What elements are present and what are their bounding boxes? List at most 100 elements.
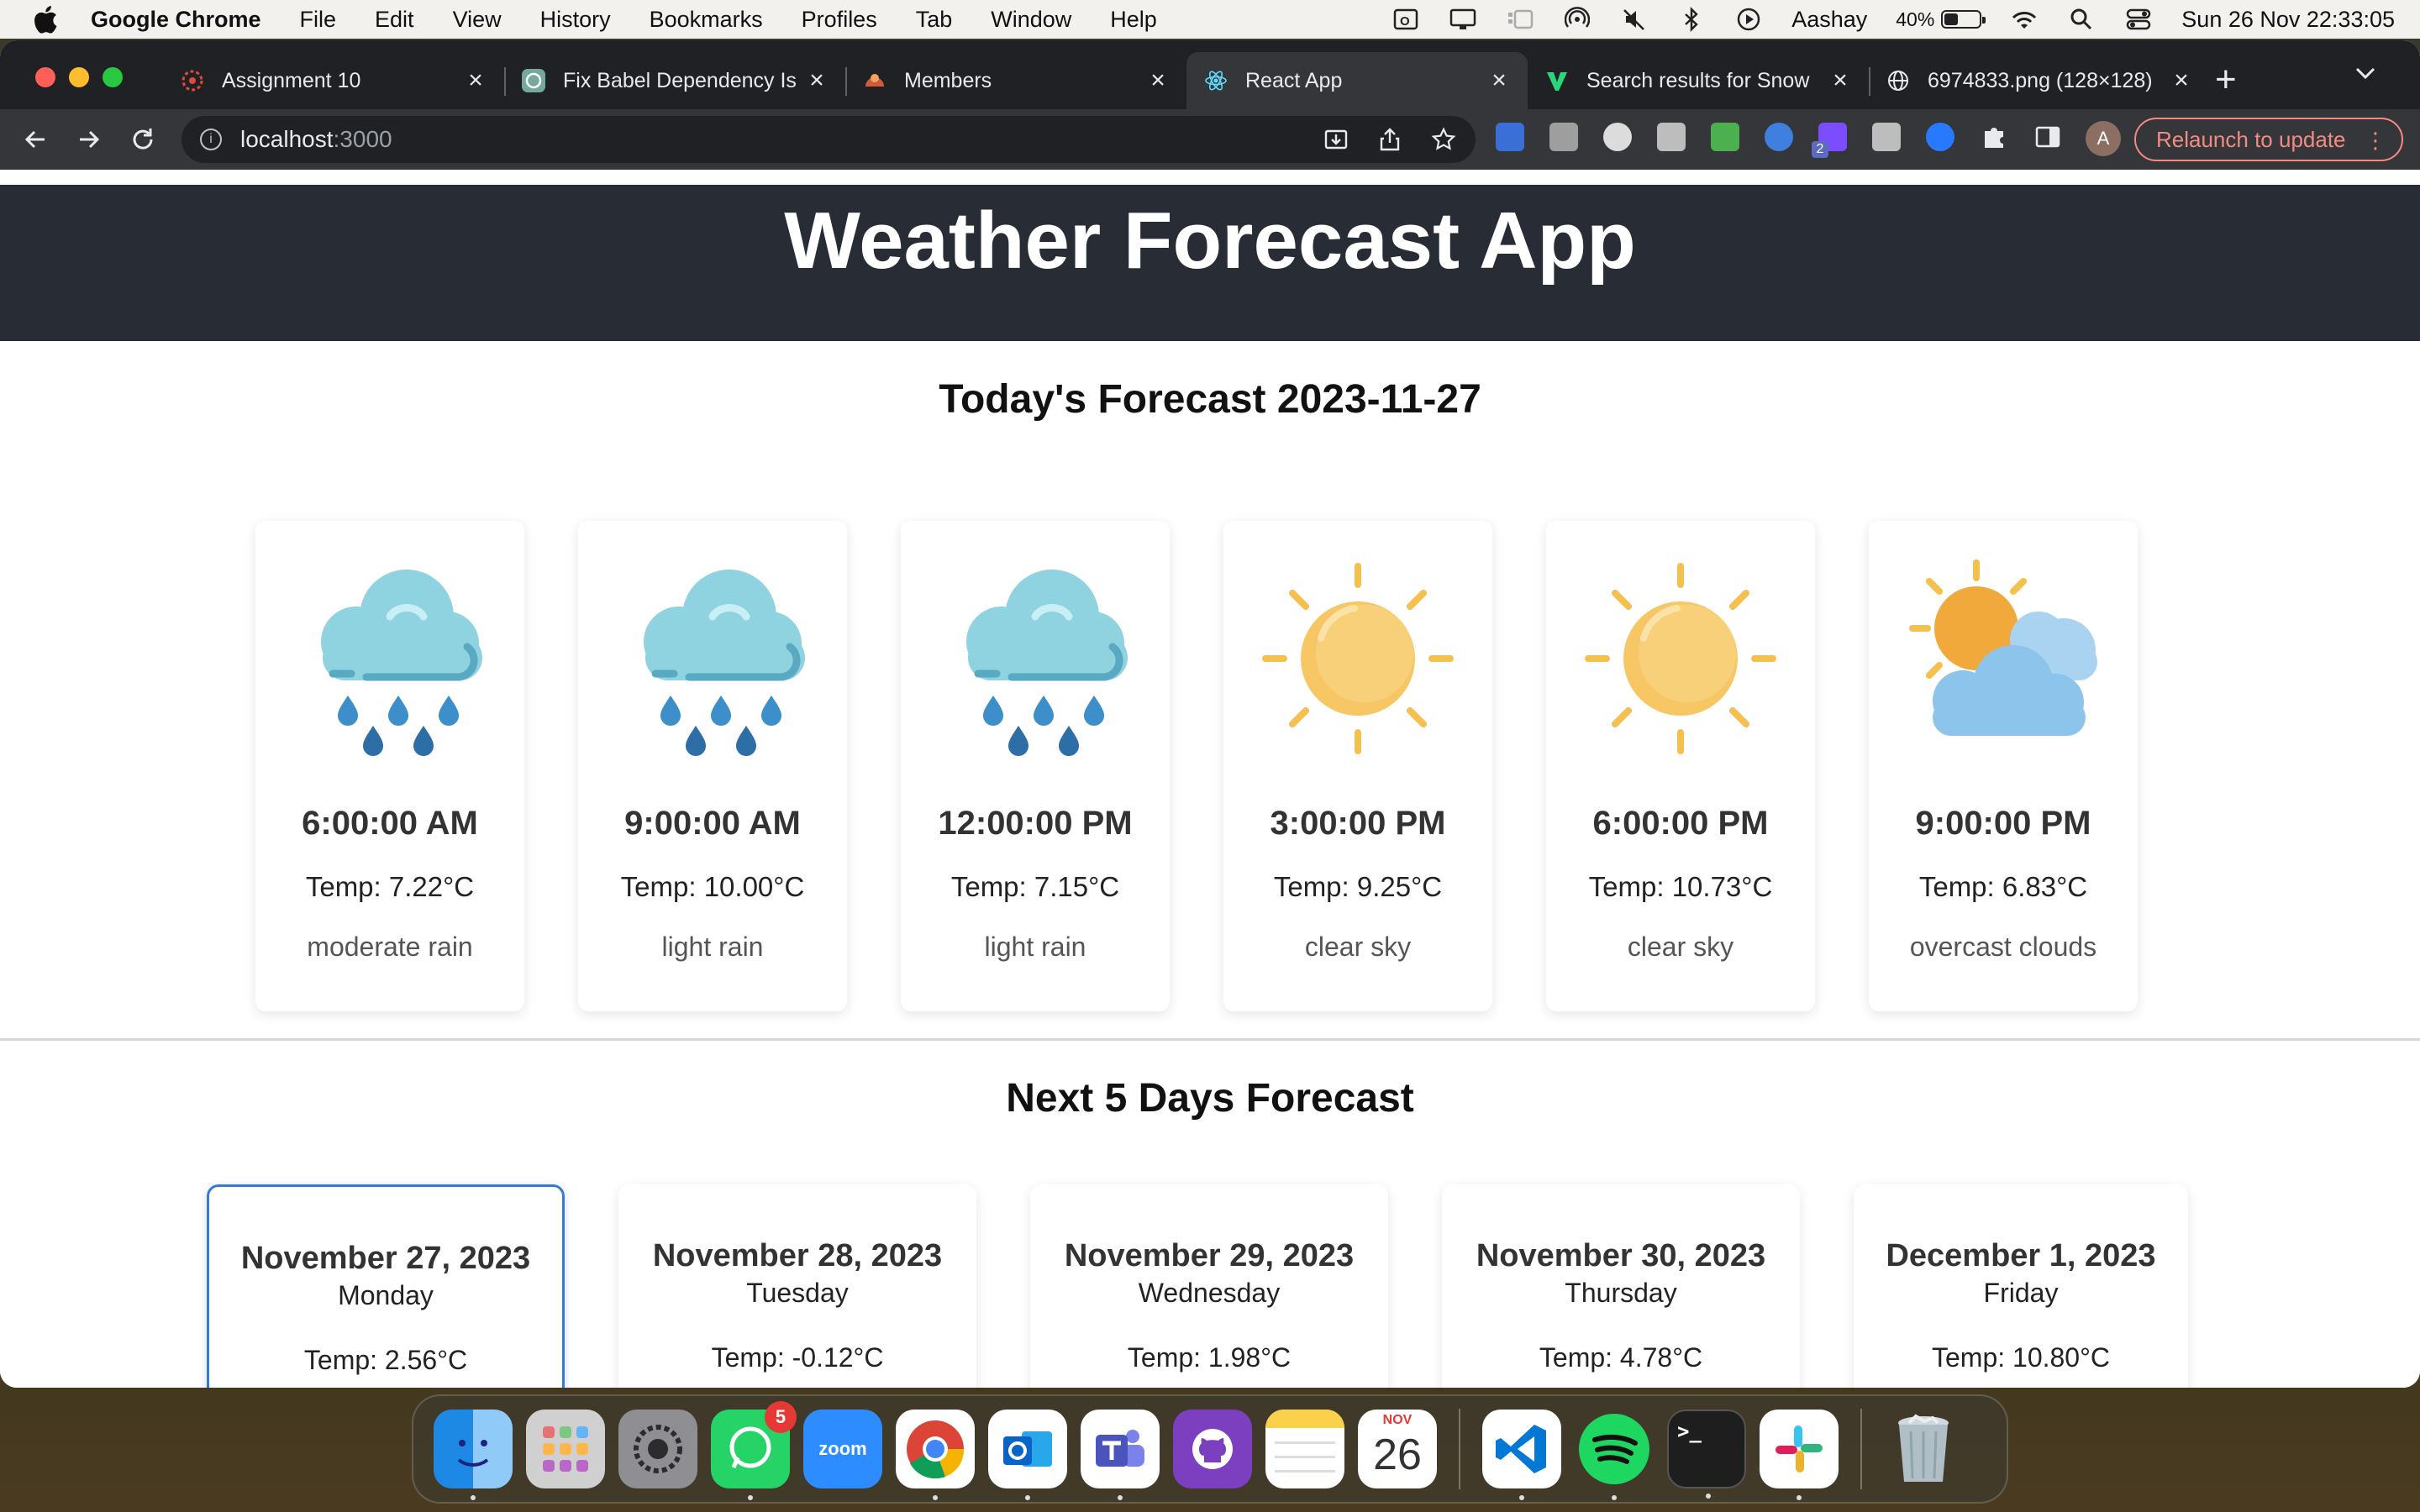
hourly-card[interactable]: 6:00:00 PM Temp: 10.73°C clear sky xyxy=(1546,521,1815,1011)
back-arrow-icon[interactable] xyxy=(17,121,54,158)
extension-badge: 2 xyxy=(1812,141,1828,158)
notes-icon[interactable] xyxy=(1265,1410,1344,1488)
daily-card[interactable]: November 30, 2023 Thursday Temp: 4.78°C xyxy=(1442,1184,1800,1388)
running-indicator xyxy=(1706,1494,1711,1499)
daily-temp: Temp: 1.98°C xyxy=(1127,1342,1292,1373)
daily-card-selected[interactable]: November 27, 2023 Monday Temp: 2.56°C xyxy=(207,1184,565,1388)
teams-icon[interactable] xyxy=(1081,1410,1160,1500)
menu-help[interactable]: Help xyxy=(1110,7,1157,33)
display-icon[interactable] xyxy=(1449,6,1477,33)
hourly-card[interactable]: 9:00:00 AM Temp: 10.00°C light rain xyxy=(578,521,847,1011)
menubar-user[interactable]: Aashay xyxy=(1791,7,1867,33)
hourly-card[interactable]: 12:00:00 PM Temp: 7.15°C light rain xyxy=(901,521,1170,1011)
airdrop-icon[interactable] xyxy=(1563,6,1591,33)
stage-manager-icon[interactable] xyxy=(1506,6,1534,33)
menubar-app-name[interactable]: Google Chrome xyxy=(91,7,261,33)
tab-fix-babel[interactable]: Fix Babel Dependency Is × xyxy=(504,52,845,109)
tab-strip: Assignment 10 × Fix Babel Dependency Is … xyxy=(0,40,2420,170)
extension-icon[interactable] xyxy=(1926,123,1954,151)
close-tab-icon[interactable]: × xyxy=(1828,66,1852,95)
forward-arrow-icon[interactable] xyxy=(71,121,108,158)
reload-icon[interactable] xyxy=(124,121,161,158)
grammar-extension-icon[interactable] xyxy=(1711,123,1739,151)
puzzle-extensions-icon[interactable] xyxy=(1980,123,2008,151)
extension-icon[interactable] xyxy=(1657,123,1686,151)
outlook-icon[interactable] xyxy=(988,1410,1067,1500)
install-app-icon[interactable] xyxy=(1321,124,1351,155)
menu-tab[interactable]: Tab xyxy=(916,7,953,33)
hourly-card[interactable]: 9:00:00 PM Temp: 6.83°C overcast clouds xyxy=(1869,521,2138,1011)
new-tab-plus-icon[interactable]: + xyxy=(2215,59,2237,101)
extension-icon[interactable] xyxy=(1765,123,1793,151)
battery-icon[interactable] xyxy=(1941,10,1986,29)
menu-file[interactable]: File xyxy=(300,7,337,33)
share-icon[interactable] xyxy=(1375,124,1405,155)
zoom-icon[interactable]: zoom xyxy=(803,1410,882,1488)
menu-view[interactable]: View xyxy=(453,7,502,33)
proton-pass-icon[interactable] xyxy=(1496,123,1524,151)
menu-edit[interactable]: Edit xyxy=(375,7,414,33)
outlook-status-icon[interactable]: O xyxy=(1392,6,1420,33)
close-tab-icon[interactable]: × xyxy=(1487,66,1511,95)
close-window-button[interactable] xyxy=(35,67,55,87)
close-tab-icon[interactable]: × xyxy=(805,66,829,95)
extensions-bar: 2 xyxy=(1496,123,2087,158)
magnifier-extension-icon[interactable] xyxy=(1603,123,1632,151)
tab-members[interactable]: Members × xyxy=(845,52,1186,109)
tab-search-results[interactable]: Search results for Snow × xyxy=(1528,52,1869,109)
spotify-icon[interactable] xyxy=(1575,1410,1654,1500)
spotlight-search-icon[interactable] xyxy=(2067,6,2096,33)
relaunch-to-update-button[interactable]: Relaunch to update ⋮ xyxy=(2134,118,2403,161)
web-page: Weather Forecast App Today's Forecast 20… xyxy=(0,185,2420,1388)
mute-icon[interactable] xyxy=(1620,6,1649,33)
extension-icon[interactable]: 2 xyxy=(1812,123,1847,158)
site-info-icon[interactable]: i xyxy=(200,129,222,150)
menu-history[interactable]: History xyxy=(540,7,611,33)
tab-react-app[interactable]: React App × xyxy=(1186,52,1528,109)
tab-assignment-10[interactable]: Assignment 10 × xyxy=(163,52,504,109)
slack-icon[interactable] xyxy=(1760,1410,1839,1500)
launchpad-icon[interactable] xyxy=(526,1410,605,1488)
extension-icon[interactable] xyxy=(1872,123,1901,151)
github-desktop-icon[interactable] xyxy=(1173,1410,1252,1488)
hourly-card[interactable]: 3:00:00 PM Temp: 9.25°C clear sky xyxy=(1223,521,1492,1011)
now-playing-icon[interactable] xyxy=(1734,6,1763,33)
notification-badge: 5 xyxy=(765,1401,797,1433)
more-menu-icon[interactable]: ⋮ xyxy=(2365,128,2386,154)
terminal-icon[interactable]: >_ xyxy=(1667,1410,1746,1499)
zoom-window-button[interactable] xyxy=(103,67,123,87)
battery-percent: 40% xyxy=(1896,8,1935,30)
profile-avatar[interactable]: A xyxy=(2086,121,2121,156)
daily-card[interactable]: December 1, 2023 Friday Temp: 10.80°C xyxy=(1854,1184,2188,1388)
tab-search-chevron-icon[interactable] xyxy=(2354,66,2376,85)
menubar-clock[interactable]: Sun 26 Nov 22:33:05 xyxy=(2181,7,2395,33)
hourly-card[interactable]: 6:00:00 AM Temp: 7.22°C moderate rain xyxy=(255,521,524,1011)
dock-separator xyxy=(1860,1409,1862,1489)
wifi-icon[interactable] xyxy=(2010,6,2039,33)
calendar-icon[interactable]: NOV 26 xyxy=(1358,1410,1437,1488)
menu-window[interactable]: Window xyxy=(991,7,1071,33)
minimize-window-button[interactable] xyxy=(69,67,89,87)
menu-bookmarks[interactable]: Bookmarks xyxy=(650,7,763,33)
tab-image-png[interactable]: 6974833.png (128×128) × xyxy=(1869,52,2210,109)
vscode-icon[interactable] xyxy=(1482,1410,1561,1500)
hourly-temp: Temp: 6.83°C xyxy=(1918,871,2088,902)
daily-card[interactable]: November 28, 2023 Tuesday Temp: -0.12°C xyxy=(618,1184,976,1388)
whatsapp-icon[interactable]: 5 xyxy=(711,1401,797,1500)
close-tab-icon[interactable]: × xyxy=(1146,66,1170,95)
apple-icon[interactable] xyxy=(30,3,59,35)
menu-profiles[interactable]: Profiles xyxy=(802,7,877,33)
bluetooth-icon[interactable] xyxy=(1677,6,1706,33)
chrome-icon[interactable] xyxy=(896,1410,975,1500)
bookmark-star-icon[interactable] xyxy=(1428,124,1459,155)
finder-icon[interactable] xyxy=(434,1410,513,1500)
daily-card[interactable]: November 29, 2023 Wednesday Temp: 1.98°C xyxy=(1030,1184,1388,1388)
trash-icon[interactable] xyxy=(1884,1410,1963,1488)
control-center-icon[interactable] xyxy=(2124,6,2153,33)
system-settings-icon[interactable] xyxy=(618,1410,697,1488)
side-panel-icon[interactable] xyxy=(2033,123,2062,151)
extension-icon[interactable] xyxy=(1549,123,1578,151)
address-bar[interactable]: i localhost:3000 xyxy=(182,116,1476,163)
close-tab-icon[interactable]: × xyxy=(2170,66,2193,95)
close-tab-icon[interactable]: × xyxy=(464,66,487,95)
